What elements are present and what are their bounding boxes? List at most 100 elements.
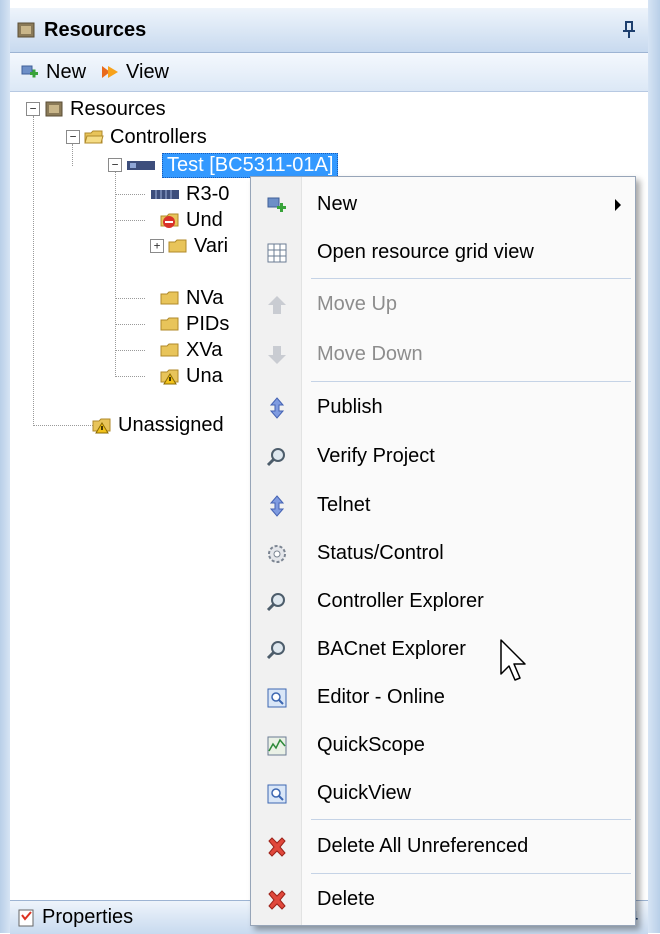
delete-x-icon bbox=[268, 837, 286, 857]
mouse-cursor-icon bbox=[500, 639, 526, 681]
tree-node-child[interactable]: Una bbox=[160, 363, 223, 389]
folder-icon bbox=[168, 239, 187, 253]
menu-item-label: New bbox=[317, 192, 358, 215]
menu-separator bbox=[311, 278, 631, 279]
menu-item-open-resource-grid-view[interactable]: Open resource grid view bbox=[251, 228, 635, 276]
tree-node-unassigned[interactable]: Unassigned bbox=[92, 412, 224, 438]
tree-node-resources[interactable]: − Resources bbox=[26, 96, 166, 122]
menu-item-label: QuickScope bbox=[317, 733, 425, 756]
menu-item-quickscope[interactable]: QuickScope bbox=[251, 721, 635, 769]
tree-line bbox=[115, 376, 145, 377]
menu-item-verify-project[interactable]: Verify Project bbox=[251, 432, 635, 480]
add-icon bbox=[267, 197, 286, 212]
menu-item-label: Delete bbox=[317, 887, 375, 910]
tree-node-label: Controllers bbox=[110, 125, 207, 148]
menu-item-label: Open resource grid view bbox=[317, 240, 534, 263]
menu-item-delete[interactable]: Delete bbox=[251, 875, 635, 923]
menu-item-label: Verify Project bbox=[317, 444, 435, 467]
tree-node-label: Vari bbox=[194, 234, 229, 257]
folder-warning-icon bbox=[92, 418, 111, 434]
menu-item-label: QuickView bbox=[317, 781, 412, 804]
tree-node-label: Unassigned bbox=[118, 413, 224, 436]
menu-item-telnet[interactable]: Telnet bbox=[251, 481, 635, 529]
folder-icon bbox=[160, 291, 179, 305]
grid-icon bbox=[267, 243, 287, 263]
tree-node-label: Test [BC5311-01A] bbox=[162, 152, 339, 178]
new-button[interactable]: New bbox=[20, 61, 86, 84]
arrow-down-icon bbox=[268, 346, 286, 364]
gear-icon bbox=[268, 545, 286, 563]
view-button-label: View bbox=[126, 60, 170, 83]
pin-icon[interactable] bbox=[620, 20, 638, 40]
up-down-arrow-icon bbox=[269, 397, 285, 419]
tree-node-controllers[interactable]: − Controllers bbox=[66, 124, 207, 150]
menu-item-label: BACnet Explorer bbox=[317, 637, 466, 660]
arrow-up-icon bbox=[268, 296, 286, 314]
add-icon bbox=[21, 65, 38, 78]
tree-node-child[interactable]: XVa bbox=[160, 337, 222, 363]
collapse-toggle[interactable]: − bbox=[66, 130, 80, 144]
menu-item-label: Telnet bbox=[317, 493, 371, 516]
menu-item-label: Controller Explorer bbox=[317, 589, 484, 612]
folder-open-icon bbox=[84, 130, 104, 144]
view-button[interactable]: View bbox=[100, 61, 169, 84]
resources-icon bbox=[17, 22, 35, 38]
folder-icon bbox=[160, 317, 179, 331]
tree-node-label: PIDs bbox=[186, 312, 230, 335]
magnifier-icon bbox=[266, 593, 285, 612]
collapse-toggle[interactable]: − bbox=[108, 158, 122, 172]
folder-error-icon bbox=[160, 213, 179, 228]
window-search-icon bbox=[267, 784, 287, 804]
tree-line bbox=[115, 298, 145, 299]
tree-node-child[interactable]: + Vari bbox=[150, 233, 228, 259]
expand-toggle[interactable]: + bbox=[150, 239, 164, 253]
collapse-toggle[interactable]: − bbox=[26, 102, 40, 116]
menu-item-move-up: Move Up bbox=[251, 280, 635, 328]
menu-item-label: Editor - Online bbox=[317, 685, 445, 708]
properties-label: Properties bbox=[42, 906, 134, 928]
tree-node-child[interactable]: Und bbox=[160, 207, 223, 233]
tree-line bbox=[115, 194, 145, 195]
menu-item-label: Move Up bbox=[317, 292, 398, 315]
tree-line bbox=[115, 324, 145, 325]
folder-warning-icon bbox=[160, 369, 179, 385]
delete-x-icon bbox=[268, 890, 286, 910]
properties-icon bbox=[18, 909, 34, 926]
magnifier-icon bbox=[266, 448, 285, 467]
menu-item-delete-all-unreferenced[interactable]: Delete All Unreferenced bbox=[251, 822, 635, 870]
tree-line bbox=[115, 220, 145, 221]
menu-item-label: Publish bbox=[317, 395, 383, 418]
menu-item-status-control[interactable]: Status/Control bbox=[251, 529, 635, 577]
menu-item-controller-explorer[interactable]: Controller Explorer bbox=[251, 577, 635, 625]
panel-titlebar: Resources bbox=[10, 8, 648, 53]
tree-line bbox=[115, 172, 116, 377]
tree-node-label: NVa bbox=[186, 286, 224, 309]
tree-line bbox=[33, 425, 93, 426]
menu-item-quickview[interactable]: QuickView bbox=[251, 769, 635, 817]
tree-node-label: Resources bbox=[70, 97, 166, 120]
up-down-arrow-icon bbox=[269, 495, 285, 517]
tree-node-child[interactable]: NVa bbox=[160, 285, 223, 311]
menu-separator bbox=[311, 819, 631, 820]
tree-node-controller-test[interactable]: − Test [BC5311-01A] bbox=[108, 152, 339, 178]
context-menu: New Open resource grid view Move Up Move… bbox=[250, 176, 636, 926]
resources-icon bbox=[45, 101, 63, 117]
menu-item-publish[interactable]: Publish bbox=[251, 383, 635, 431]
tree-node-child[interactable]: R3-0 bbox=[150, 181, 229, 207]
window-search-icon bbox=[267, 688, 287, 708]
io-module-icon bbox=[151, 190, 179, 199]
panel-toolbar: New View bbox=[10, 53, 648, 92]
magnifier-icon bbox=[266, 641, 285, 660]
tree-node-label: Una bbox=[186, 364, 223, 387]
menu-item-new[interactable]: New bbox=[251, 180, 635, 228]
tree-node-label: Und bbox=[186, 208, 223, 231]
folder-icon bbox=[160, 343, 179, 357]
menu-item-editor-online[interactable]: Editor - Online bbox=[251, 673, 635, 721]
new-button-label: New bbox=[46, 60, 87, 83]
menu-item-bacnet-explorer[interactable]: BACnet Explorer bbox=[251, 625, 635, 673]
submenu-arrow-icon bbox=[615, 199, 621, 211]
tree-node-child[interactable]: PIDs bbox=[160, 311, 229, 337]
menu-separator bbox=[311, 873, 631, 874]
menu-item-label: Delete All Unreferenced bbox=[317, 834, 529, 857]
menu-separator bbox=[311, 381, 631, 382]
